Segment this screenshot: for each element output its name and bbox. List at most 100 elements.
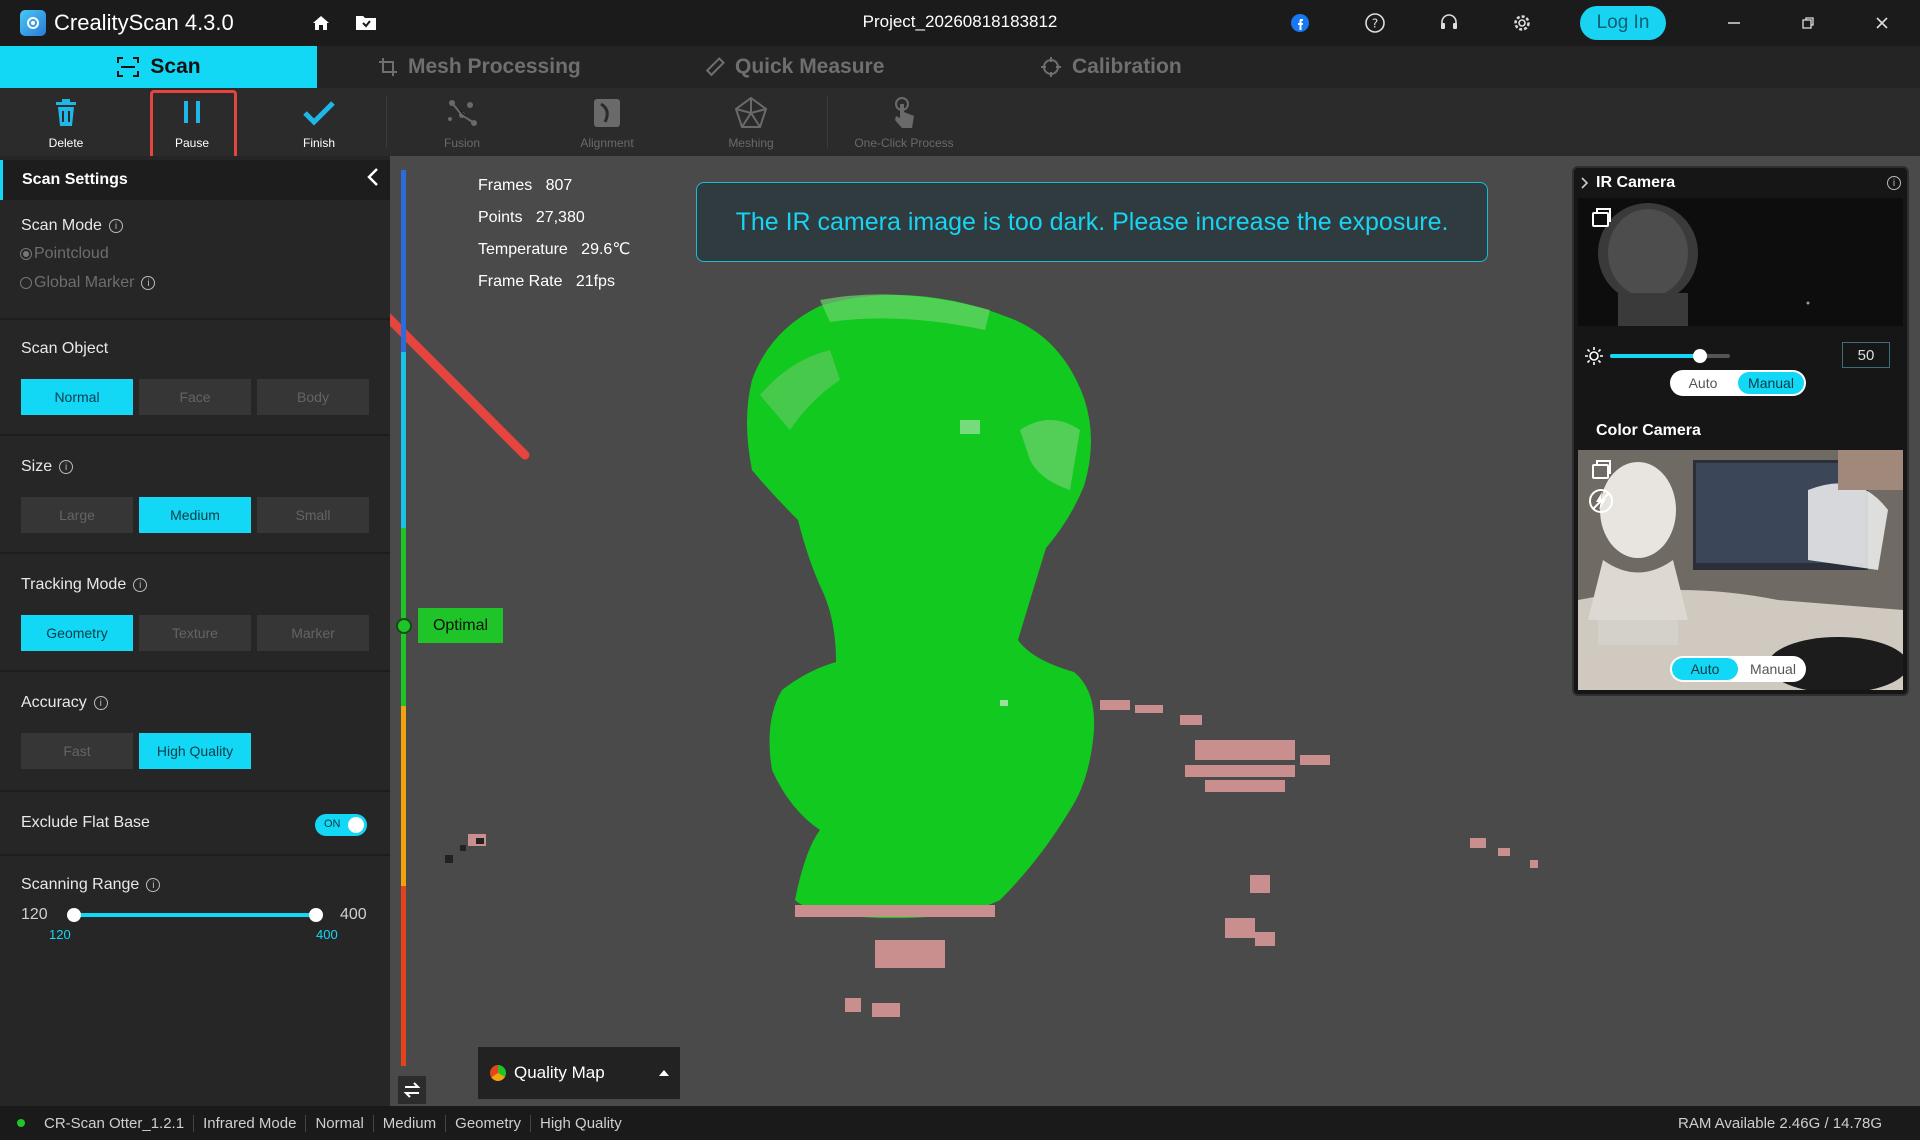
range-high-handle[interactable] <box>309 908 323 922</box>
support-headset-icon[interactable] <box>1436 10 1462 36</box>
exposure-slider[interactable] <box>1610 349 1730 363</box>
tab-calibration[interactable]: Calibration <box>1040 46 1182 88</box>
collapse-panel-button[interactable] <box>366 166 380 193</box>
tab-quick-measure[interactable]: Quick Measure <box>705 46 884 88</box>
panel-title: Scan Settings <box>22 171 128 188</box>
range-slider-track[interactable] <box>74 913 316 917</box>
status-item: Geometry <box>445 1114 530 1132</box>
scan-object-face[interactable]: Face <box>139 379 251 415</box>
tab-mesh-processing[interactable]: Mesh Processing <box>378 46 581 88</box>
radio-global-marker[interactable]: Global Marker i <box>20 274 156 292</box>
scan-object-body[interactable]: Body <box>257 379 369 415</box>
rotate-camera-icon <box>1592 460 1611 479</box>
info-icon[interactable]: i <box>93 696 108 710</box>
login-button[interactable]: Log In <box>1580 6 1666 40</box>
close-icon[interactable] <box>1869 10 1895 36</box>
quality-map-dropdown[interactable]: Quality Map <box>478 1047 680 1099</box>
color-mode-toggle[interactable]: Auto Manual <box>1670 656 1806 682</box>
chevron-right-icon <box>1581 177 1589 189</box>
exposure-value-input[interactable]: 50 <box>1842 342 1890 368</box>
folder-icon[interactable] <box>353 10 379 36</box>
swap-view-button[interactable] <box>398 1076 426 1104</box>
size-large[interactable]: Large <box>21 497 133 533</box>
size-label: Size <box>21 458 53 475</box>
alignment-button[interactable]: Alignment <box>562 88 652 156</box>
stat-value: 21fps <box>575 273 615 290</box>
finish-button[interactable]: Finish <box>277 88 361 156</box>
scan-frame-icon <box>117 57 140 77</box>
info-icon[interactable]: i <box>141 276 156 290</box>
color-manual-option[interactable]: Manual <box>1740 661 1806 677</box>
accuracy-title: Accuracy i <box>21 694 108 712</box>
restore-icon[interactable] <box>1795 10 1821 36</box>
pause-highlight-annotation <box>150 90 237 160</box>
range-low-value: 120 <box>49 927 71 942</box>
main-tabs: Scan Mesh Processing Quick Measure Calib… <box>0 46 1920 88</box>
home-icon[interactable] <box>308 10 334 36</box>
range-low-handle[interactable] <box>67 908 81 922</box>
checkmark-icon <box>303 101 335 126</box>
finish-label: Finish <box>302 136 335 150</box>
minimize-icon[interactable] <box>1721 10 1747 36</box>
status-item: Medium <box>372 1114 445 1132</box>
ir-screenshot-button[interactable] <box>1588 204 1614 230</box>
tab-scan[interactable]: Scan <box>0 46 317 88</box>
section-divider <box>0 854 390 856</box>
trash-icon <box>56 99 76 126</box>
info-icon[interactable]: i <box>59 460 74 474</box>
ir-manual-option[interactable]: Manual <box>1738 372 1804 394</box>
info-icon[interactable]: i <box>108 219 123 233</box>
one-click-label: One-Click Process <box>854 136 954 150</box>
tracking-marker[interactable]: Marker <box>257 615 369 651</box>
settings-gear-icon[interactable] <box>1509 10 1535 36</box>
info-icon[interactable]: i <box>1887 176 1901 190</box>
ir-camera-header[interactable]: IR Camera <box>1580 174 1675 192</box>
section-divider <box>0 434 390 436</box>
accuracy-high-quality[interactable]: High Quality <box>139 733 251 769</box>
tab-mesh-label: Mesh Processing <box>408 55 581 78</box>
exposure-slider-handle[interactable] <box>1693 349 1707 363</box>
one-click-process-button[interactable]: One-Click Process <box>845 88 963 156</box>
size-medium[interactable]: Medium <box>139 497 251 533</box>
help-icon[interactable]: ? <box>1362 10 1388 36</box>
facebook-icon[interactable] <box>1287 10 1313 36</box>
delete-button[interactable]: Delete <box>24 88 108 156</box>
tab-calibration-label: Calibration <box>1072 55 1182 78</box>
app-logo-icon <box>20 10 46 36</box>
stat-points: Points 27,380 <box>478 202 630 234</box>
flash-off-icon <box>1589 489 1613 513</box>
size-small[interactable]: Small <box>257 497 369 533</box>
ir-mode-toggle[interactable]: Auto Manual <box>1670 370 1806 396</box>
stat-label: Points <box>478 209 523 226</box>
exclude-flat-base-toggle[interactable]: ON <box>315 814 367 836</box>
ir-auto-option[interactable]: Auto <box>1670 375 1736 391</box>
color-screenshot-button[interactable] <box>1588 456 1614 482</box>
scan-object-normal[interactable]: Normal <box>21 379 133 415</box>
tracking-geometry[interactable]: Geometry <box>21 615 133 651</box>
accuracy-fast[interactable]: Fast <box>21 733 133 769</box>
scan-settings-panel: Scan Settings Scan Mode i Pointcloud Glob… <box>0 156 390 1106</box>
radio-dot-icon <box>20 248 32 260</box>
pointcloud-label: Pointcloud <box>34 245 109 262</box>
tracking-mode-label: Tracking Mode <box>21 576 127 593</box>
fusion-button[interactable]: Fusion <box>418 88 506 156</box>
tracking-texture[interactable]: Texture <box>139 615 251 651</box>
info-icon[interactable]: i <box>146 878 161 892</box>
brightness-icon <box>1584 346 1604 371</box>
crop-icon <box>379 58 397 76</box>
flash-toggle-button[interactable] <box>1588 488 1614 514</box>
meshing-button[interactable]: Meshing <box>706 88 796 156</box>
radio-dot-icon <box>20 277 32 289</box>
mesh-icon <box>734 96 768 128</box>
stat-frame-rate: Frame Rate 21fps <box>478 266 630 298</box>
radio-pointcloud[interactable]: Pointcloud <box>20 245 109 263</box>
stat-value: 27,380 <box>535 209 585 226</box>
ir-camera-title: IR Camera <box>1596 174 1676 191</box>
info-icon[interactable]: i <box>133 578 148 592</box>
color-auto-option[interactable]: Auto <box>1672 658 1738 680</box>
fusion-icon <box>448 100 477 126</box>
section-divider <box>0 318 390 320</box>
scan-settings-header: Scan Settings <box>0 160 390 200</box>
color-bust-image <box>1578 450 1903 690</box>
quality-map-icon <box>490 1065 506 1081</box>
